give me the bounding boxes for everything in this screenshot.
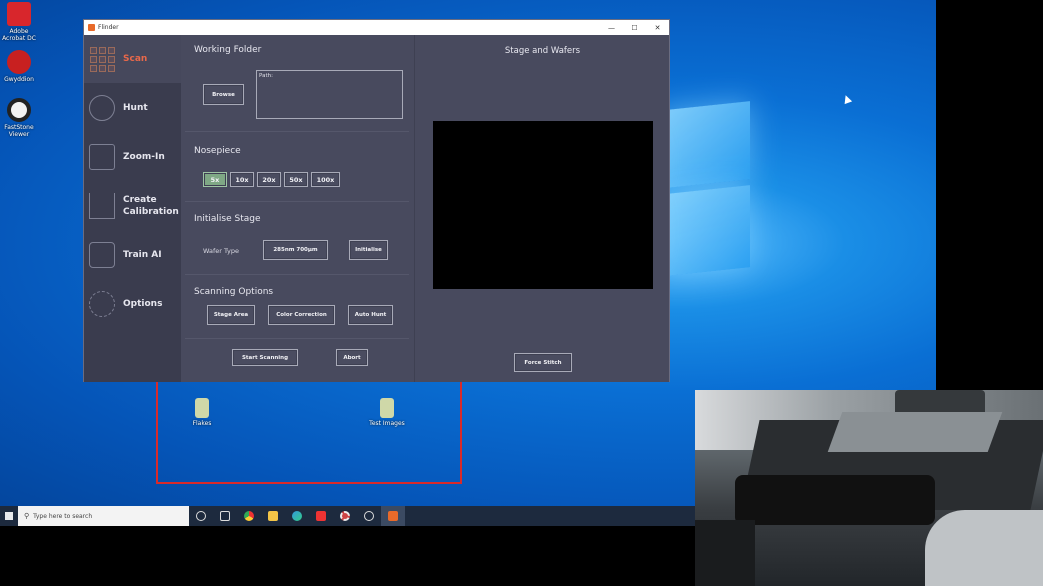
pdf-icon — [7, 2, 31, 26]
edge-icon[interactable] — [285, 506, 309, 526]
sidebar-item-create-calibration[interactable]: Create Calibration — [84, 182, 181, 230]
folder-icon — [380, 398, 394, 418]
mouse-cursor-icon — [841, 93, 853, 105]
sidebar-item-options[interactable]: Options — [84, 280, 181, 328]
divider — [185, 131, 409, 132]
sidebar-item-label: Create Calibration — [123, 195, 179, 217]
desktop-icon-gwyddion[interactable]: Gwyddion — [0, 50, 38, 83]
wafer-type-select[interactable]: 285nm 700µm — [263, 240, 328, 260]
search-icon: ⚲ — [24, 512, 30, 520]
desktop-icon-acrobat[interactable]: Adobe Acrobat DC — [0, 2, 38, 42]
divider — [185, 201, 409, 202]
auto-hunt-button[interactable]: Auto Hunt — [348, 305, 393, 325]
divider — [185, 338, 409, 339]
gear-icon — [89, 291, 115, 317]
panda-icon — [7, 98, 31, 122]
microscope-base — [925, 510, 1043, 586]
grid-icon — [90, 46, 115, 72]
scanning-options-title: Scanning Options — [194, 287, 274, 297]
desktop-folder-flakes[interactable]: Flakes — [183, 398, 221, 427]
title-bar[interactable]: Flinder — ☐ ✕ — [84, 20, 669, 35]
folder-label: Flakes — [192, 420, 212, 427]
stage-plate — [827, 412, 1003, 452]
close-button[interactable]: ✕ — [646, 24, 669, 32]
task-view-icon[interactable] — [189, 506, 213, 526]
webcam-overlay — [695, 390, 1043, 586]
stage-knob-assembly — [735, 475, 935, 525]
desktop-icon-label: Gwyddion — [4, 76, 34, 83]
maximize-button[interactable]: ☐ — [623, 24, 646, 32]
objective-50x-button[interactable]: 50x — [284, 172, 308, 187]
scan-panel: Working Folder Browse Path: Nosepiece 5x… — [181, 35, 414, 382]
sidebar-item-train-ai[interactable]: Train AI — [84, 231, 181, 279]
desktop-icon-label: FastStone Viewer — [4, 124, 34, 138]
initialise-stage-title: Initialise Stage — [194, 214, 261, 224]
black-border — [0, 526, 695, 586]
color-correction-button[interactable]: Color Correction — [268, 305, 335, 325]
sidebar: Scan Hunt Zoom-In Create Calibration Tra… — [84, 35, 181, 382]
compass-icon — [89, 193, 115, 219]
start-scanning-button[interactable]: Start Scanning — [232, 349, 298, 366]
folder-label: Test Images — [369, 420, 405, 427]
chrome-icon[interactable] — [237, 506, 261, 526]
divider — [185, 274, 409, 275]
desktop-icon-faststone[interactable]: FastStone Viewer — [0, 98, 38, 138]
abort-button[interactable]: Abort — [336, 349, 368, 366]
screen: Adobe Acrobat DC Gwyddion FastStone View… — [0, 0, 1043, 586]
objective-5x-button[interactable]: 5x — [203, 172, 227, 187]
sidebar-item-hunt[interactable]: Hunt — [84, 84, 181, 132]
taskbar-search[interactable]: ⚲ Type here to search — [18, 506, 189, 526]
sidebar-item-label: Zoom-In — [123, 152, 165, 162]
objective-20x-button[interactable]: 20x — [257, 172, 281, 187]
telescope-icon — [89, 144, 115, 170]
stage-view — [433, 121, 653, 289]
minimize-button[interactable]: — — [600, 24, 623, 32]
initialise-button[interactable]: Initialise — [349, 240, 388, 260]
stage-panel: Stage and Wafers Force Stitch — [414, 35, 669, 382]
desktop-folder-test-images[interactable]: Test Images — [368, 398, 406, 427]
crosshair-icon — [89, 95, 115, 121]
stage-area-button[interactable]: Stage Area — [207, 305, 255, 325]
app-icon — [88, 24, 95, 31]
app-window: Flinder — ☐ ✕ Scan Hunt Zoom-In Create C… — [83, 19, 670, 382]
path-label: Path: — [259, 73, 273, 79]
sidebar-item-zoom-in[interactable]: Zoom-In — [84, 133, 181, 181]
settings-icon[interactable] — [333, 506, 357, 526]
browse-button[interactable]: Browse — [203, 84, 244, 105]
desktop-icon-label: Adobe Acrobat DC — [2, 28, 36, 42]
folder-icon — [195, 398, 209, 418]
sidebar-item-label: Train AI — [123, 250, 162, 260]
recorder-icon[interactable] — [309, 506, 333, 526]
flinder-taskbar-icon[interactable] — [381, 506, 405, 526]
clock-icon[interactable] — [357, 506, 381, 526]
gwyddion-icon — [7, 50, 31, 74]
start-button[interactable] — [0, 506, 18, 526]
file-explorer-icon[interactable] — [261, 506, 285, 526]
cable — [695, 520, 755, 586]
working-folder-title: Working Folder — [194, 45, 262, 55]
selection-rectangle — [156, 380, 462, 484]
taskbar: ⚲ Type here to search — [0, 506, 695, 526]
robot-icon — [89, 242, 115, 268]
window-title: Flinder — [98, 24, 119, 31]
objective-10x-button[interactable]: 10x — [230, 172, 254, 187]
search-placeholder: Type here to search — [33, 512, 93, 520]
sidebar-item-label: Scan — [123, 54, 148, 64]
force-stitch-button[interactable]: Force Stitch — [514, 353, 572, 372]
path-field[interactable]: Path: — [256, 70, 403, 119]
sidebar-item-label: Hunt — [123, 103, 148, 113]
windows-icon — [5, 512, 13, 520]
widgets-icon[interactable] — [213, 506, 237, 526]
nosepiece-title: Nosepiece — [194, 146, 241, 156]
wafer-type-label: Wafer Type — [203, 247, 239, 255]
objective-100x-button[interactable]: 100x — [311, 172, 340, 187]
sidebar-item-scan[interactable]: Scan — [84, 35, 181, 83]
sidebar-item-label: Options — [123, 299, 163, 309]
stage-title: Stage and Wafers — [504, 46, 581, 56]
